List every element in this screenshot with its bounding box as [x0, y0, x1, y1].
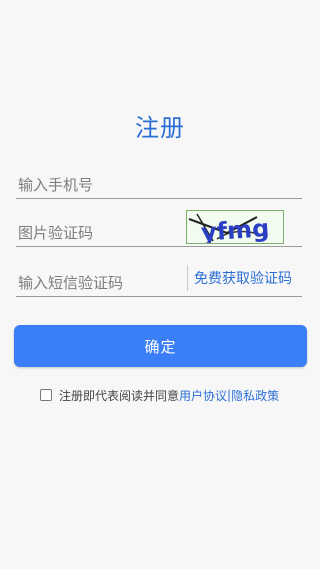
- agreement-text: 注册即代表阅读并同意: [59, 388, 180, 403]
- phone-field: [16, 164, 302, 199]
- confirm-button[interactable]: 确定: [14, 325, 307, 367]
- user-agreement-link[interactable]: 用户协议: [179, 387, 227, 404]
- sms-code-input[interactable]: [18, 274, 198, 292]
- get-sms-code-button[interactable]: 免费获取验证码: [187, 265, 292, 291]
- captcha-input[interactable]: [18, 224, 198, 242]
- captcha-text: yfmg: [200, 214, 270, 244]
- captcha-field: yfmg: [16, 210, 302, 247]
- captcha-image[interactable]: yfmg: [186, 210, 284, 244]
- phone-input[interactable]: [18, 176, 198, 194]
- privacy-policy-link[interactable]: 隐私政策: [231, 387, 279, 404]
- agreement-checkbox[interactable]: [40, 389, 52, 401]
- page-title: 注册: [135, 114, 185, 142]
- captcha-graphic: yfmg: [188, 213, 270, 244]
- agreement-row: 注册即代表阅读并同意 用户协议 | 隐私政策: [40, 386, 279, 404]
- sms-code-field: 免费获取验证码: [16, 262, 302, 297]
